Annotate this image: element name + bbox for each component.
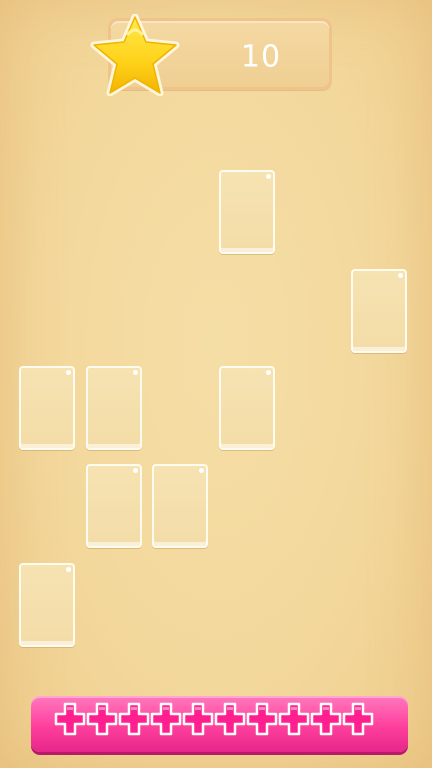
plus-icon bbox=[150, 702, 182, 736]
card-face-down[interactable] bbox=[86, 464, 142, 548]
star-icon bbox=[90, 14, 180, 96]
plus-icon bbox=[118, 702, 150, 736]
plus-icon bbox=[310, 702, 342, 736]
card-face-down[interactable] bbox=[219, 366, 275, 450]
plus-icon bbox=[246, 702, 278, 736]
card-face-down[interactable] bbox=[152, 464, 208, 548]
plus-icon bbox=[86, 702, 118, 736]
card-face-down[interactable] bbox=[19, 563, 75, 647]
card-face-down[interactable] bbox=[86, 366, 142, 450]
plus-icon bbox=[278, 702, 310, 736]
plus-icon bbox=[54, 702, 86, 736]
card-face-down[interactable] bbox=[219, 170, 275, 254]
plus-icon bbox=[214, 702, 246, 736]
card-face-down[interactable] bbox=[19, 366, 75, 450]
lives-icons bbox=[54, 701, 374, 737]
card-face-down[interactable] bbox=[351, 269, 407, 353]
plus-icon bbox=[182, 702, 214, 736]
lives-bar bbox=[31, 696, 408, 752]
plus-icon bbox=[342, 702, 374, 736]
score-value: 10 bbox=[240, 39, 282, 75]
